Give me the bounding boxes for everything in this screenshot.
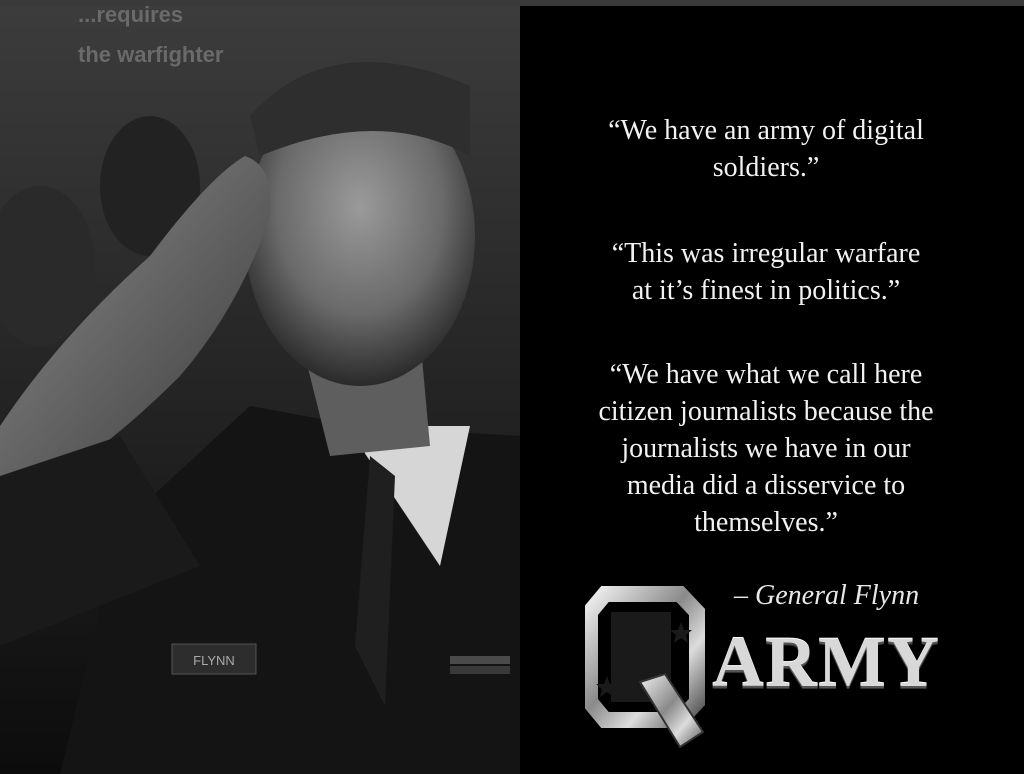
quote-digital-soldiers: “We have an army of digital soldiers.” — [608, 115, 924, 183]
saluting-officer-photo: ...requires the warfighter FLYNN — [0, 6, 520, 774]
quote-citizen-journalists: “We have what we call here citizen journ… — [598, 359, 934, 538]
name-tag: FLYNN — [171, 643, 257, 675]
quote-irregular-warfare: “This was irregular warfare at it’s fine… — [611, 238, 921, 306]
name-tag-text: FLYNN — [193, 653, 235, 668]
meme-image: ...requires the warfighter FLYNN “We hav… — [0, 0, 1024, 774]
q-emblem-icon — [582, 586, 705, 749]
logo-word: ARMY — [712, 622, 940, 702]
banner-line-2: the warfighter — [78, 42, 224, 67]
banner-line-1: ...requires — [78, 6, 183, 27]
star-icon — [670, 622, 692, 643]
